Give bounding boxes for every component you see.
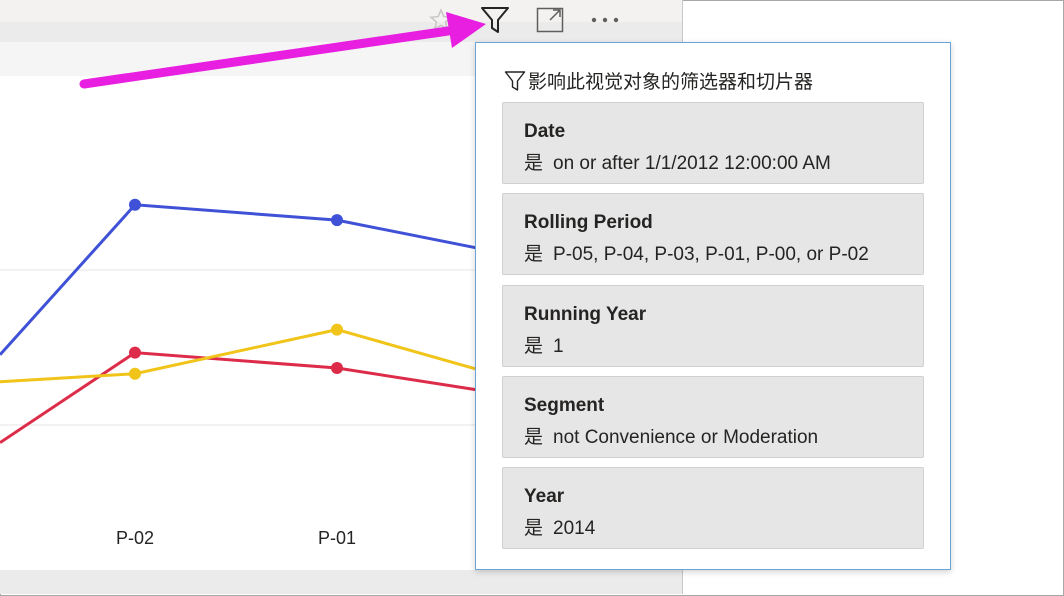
filter-title: Running Year	[524, 304, 647, 325]
data-point[interactable]	[129, 346, 141, 359]
filter-value: 是 P-05, P-04, P-03, P-01, P-00, or P-02	[524, 244, 869, 265]
filter-value: 是1	[524, 336, 564, 357]
filters-tooltip: 影响此视觉对象的筛选器和切片器 Date 是 on or after 1/1/20…	[475, 42, 951, 570]
pin-icon[interactable]	[422, 2, 460, 38]
data-point[interactable]	[129, 367, 141, 380]
x-axis-tick-label: P-01	[317, 528, 357, 548]
data-point[interactable]	[331, 214, 343, 227]
filter-value: 是 not Convenience or Moderation	[524, 427, 819, 448]
filter-title: Segment	[524, 395, 605, 416]
filter-card-running-year: Running Year 是1	[502, 285, 924, 367]
series-line[interactable]	[0, 203, 479, 356]
filter-card-rolling-period: Rolling Period 是 P-05, P-04, P-03, P-01, …	[502, 193, 924, 275]
filter-value: 是 2014	[524, 518, 596, 539]
series-line[interactable]	[0, 351, 479, 444]
tooltip-title: 影响此视觉对象的筛选器和切片器	[528, 72, 814, 93]
filter-card-date: Date 是 on or after 1/1/2012 12:00:00 AM	[502, 102, 924, 184]
filter-title: Year	[524, 486, 565, 507]
filter-title: Rolling Period	[524, 212, 653, 233]
data-point[interactable]	[129, 198, 141, 211]
tooltip-header: 影响此视觉对象的筛选器和切片器	[504, 67, 813, 94]
more-options-icon[interactable]	[586, 2, 624, 38]
filter-title: Date	[524, 121, 566, 142]
series-line[interactable]	[0, 328, 479, 384]
filter-card-segment: Segment 是 not Convenience or Moderation	[502, 376, 924, 458]
filter-card-year: Year 是 2014	[502, 467, 924, 549]
data-point[interactable]	[331, 362, 343, 374]
filter-icon[interactable]	[476, 2, 514, 38]
visual-toolbar	[418, 2, 630, 38]
focus-mode-icon[interactable]	[531, 2, 569, 38]
x-axis-tick-label: P-02	[115, 528, 155, 548]
data-point[interactable]	[331, 323, 343, 336]
filter-icon	[504, 70, 526, 91]
filter-value: 是 on or after 1/1/2012 12:00:00 AM	[524, 153, 831, 174]
